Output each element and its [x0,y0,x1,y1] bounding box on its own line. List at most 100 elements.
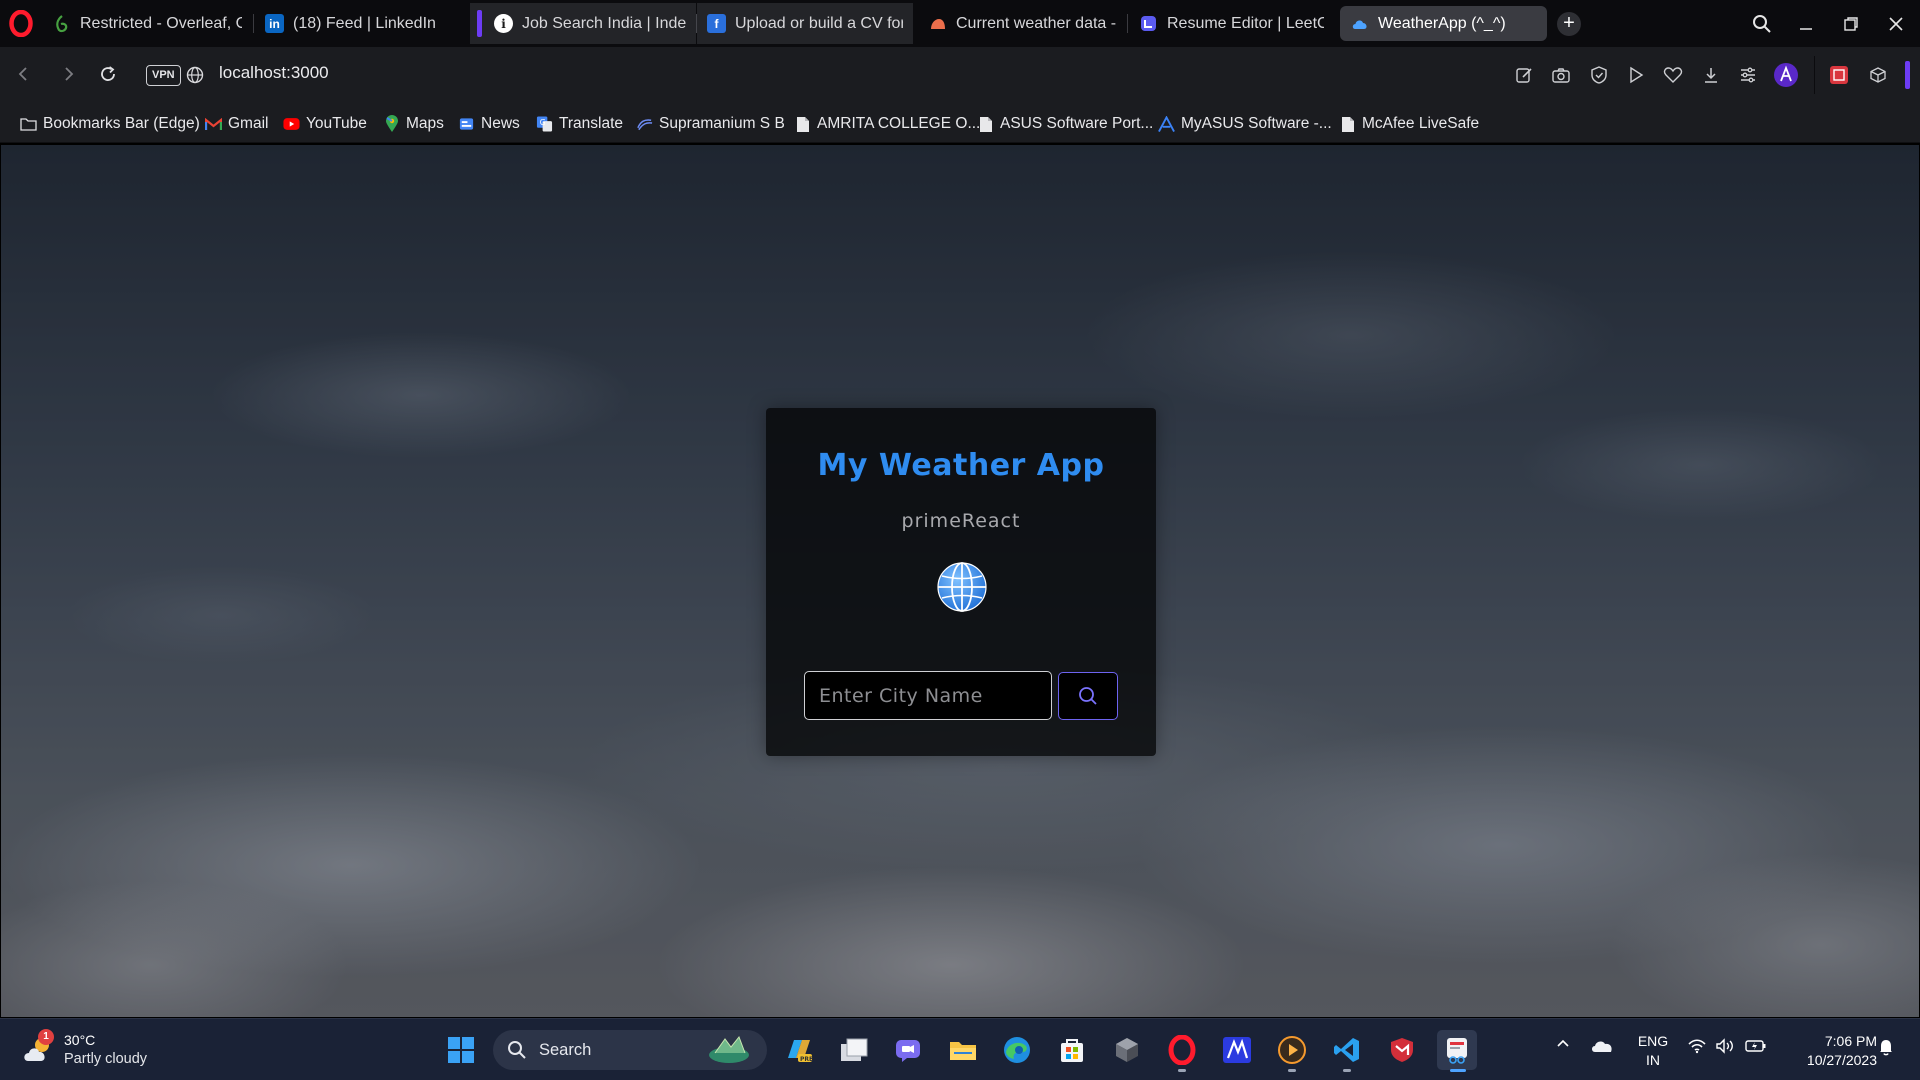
tab-search-icon[interactable] [1745,8,1779,40]
minimize-icon[interactable] [1789,8,1823,40]
tab-title: Resume Editor | LeetCV [1167,14,1324,32]
volume-icon[interactable] [1714,1038,1736,1054]
taskbar-store[interactable] [1052,1030,1092,1070]
taskbar-edge[interactable] [997,1030,1037,1070]
edit-page-icon[interactable] [1512,63,1536,87]
globe-icon [937,562,987,612]
bookmark-mcafee[interactable]: McAfee LiveSafe [1339,113,1479,135]
taskbar-snipping-tool[interactable] [1437,1030,1477,1072]
bookmark-label: ASUS Software Port... [1000,115,1154,132]
bookmark-translate[interactable]: G Translate [536,113,623,135]
new-tab-button[interactable]: + [1557,12,1581,36]
vpn-badge[interactable]: VPN [146,65,181,86]
cv-site-icon: f [707,14,726,33]
show-hidden-icons-icon[interactable] [1553,1038,1573,1048]
taskbar-teams-chat[interactable] [888,1030,928,1070]
tab-cv-builder[interactable]: f Upload or build a CV for t [697,3,913,44]
play-icon[interactable] [1624,63,1648,87]
svg-text:PRE: PRE [800,1056,813,1063]
extension-red-icon[interactable] [1827,63,1851,87]
reload-icon[interactable] [93,59,123,89]
bookmark-label: News [481,115,520,132]
bookmark-maps[interactable]: Maps [383,113,444,135]
bookmark-amrita[interactable]: AMRITA COLLEGE O... [794,113,980,135]
system-clock[interactable]: 7:06 PM 10/27/2023 [1785,1032,1877,1070]
onedrive-icon[interactable] [1589,1038,1615,1054]
taskbar-mcafee[interactable] [1382,1030,1422,1070]
taskbar-app-hex[interactable] [1107,1030,1147,1070]
app-title: My Weather App [817,448,1105,483]
shield-icon[interactable] [1587,63,1611,87]
indeed-icon: i [494,14,513,33]
aria-ai-icon[interactable] [1772,61,1800,89]
bookmark-label: Maps [406,115,444,132]
bookmark-news[interactable]: News [458,113,520,135]
browser-tab-bar: Restricted - Overleaf, Onli in (18) Feed… [0,0,1920,47]
leetcv-icon [1139,14,1158,33]
globe-icon[interactable] [183,63,207,87]
tab-title: Restricted - Overleaf, Onli [80,14,242,32]
city-search-input[interactable] [804,671,1052,720]
bookmark-gmail[interactable]: Gmail [205,113,268,135]
tab-linkedin[interactable]: in (18) Feed | LinkedIn [255,3,455,44]
search-button[interactable] [1058,672,1118,720]
taskbar-vscode[interactable] [1327,1030,1367,1072]
app-subtitle: primeReact [901,510,1021,532]
start-button[interactable] [441,1030,481,1070]
url-field[interactable]: localhost:3000 [219,63,329,83]
bookmark-edge-folder[interactable]: Bookmarks Bar (Edge) [20,113,200,135]
heart-icon[interactable] [1661,63,1685,87]
restore-icon[interactable] [1834,8,1868,40]
opera-menu-icon[interactable] [9,10,33,37]
tab-leetcv[interactable]: Resume Editor | LeetCV [1129,3,1334,44]
back-icon[interactable] [8,59,38,89]
tab-openweather[interactable]: Current weather data - O [918,3,1126,44]
bookmark-label: McAfee LiveSafe [1362,115,1480,132]
tab-indeed[interactable]: i Job Search India | Indeed [470,3,696,44]
running-indicator [1178,1069,1186,1072]
ai-app-icon [1223,1037,1251,1063]
bookmark-asus-portal[interactable]: ASUS Software Port... [977,113,1153,135]
language-indicator[interactable]: ENG IN [1633,1032,1673,1070]
tab-weatherapp[interactable]: WeatherApp (^_^) [1340,6,1547,41]
folder-icon [950,1042,976,1060]
taskbar-search[interactable]: Search [493,1030,767,1070]
bookmark-label: MyASUS Software -... [1181,115,1332,132]
search-icon [1079,687,1097,705]
battery-icon[interactable] [1744,1038,1768,1054]
bookmark-supramanium[interactable]: Supramanium S B [636,113,785,135]
forward-icon[interactable] [54,59,84,89]
taskbar-file-explorer[interactable] [943,1030,983,1070]
edge-icon [1004,1037,1030,1063]
taskbar-app-ai[interactable] [1217,1030,1257,1070]
wifi-icon[interactable] [1686,1038,1708,1054]
bookmark-youtube[interactable]: YouTube [283,113,367,135]
tab-separator [1127,14,1128,33]
easy-setup-icon[interactable] [1736,63,1760,87]
opera-icon [1168,1035,1196,1065]
search-highlight-icon [709,1036,749,1063]
folder-icon [20,116,37,133]
taskbar-media-player[interactable] [1272,1030,1312,1072]
clock-time: 7:06 PM [1824,1033,1877,1049]
taskbar-copilot[interactable]: PRE [779,1030,819,1070]
windows-taskbar: 1 30°C Partly cloudy Search PRE ENG IN 7… [0,1018,1920,1080]
copilot-icon: PRE [788,1040,813,1063]
maps-icon [383,115,400,133]
extensions-cube-icon[interactable] [1866,63,1890,87]
running-indicator [1343,1069,1351,1072]
region-code: IN [1646,1052,1660,1068]
mcafee-icon [1391,1038,1413,1062]
camera-icon[interactable] [1549,63,1573,87]
close-icon[interactable] [1879,8,1913,40]
link-icon [636,116,653,133]
weather-widget[interactable]: 1 30°C Partly cloudy [22,1029,162,1071]
download-icon[interactable] [1699,63,1723,87]
search-label: Search [539,1041,592,1059]
bookmark-myasus[interactable]: MyASUS Software -... [1158,113,1332,135]
address-bar: VPN localhost:3000 [0,47,1920,103]
taskbar-opera[interactable] [1162,1030,1202,1072]
tab-overleaf[interactable]: Restricted - Overleaf, Onli [42,3,252,44]
taskbar-task-view[interactable] [834,1030,874,1070]
notification-bell-icon[interactable] [1876,1038,1896,1056]
